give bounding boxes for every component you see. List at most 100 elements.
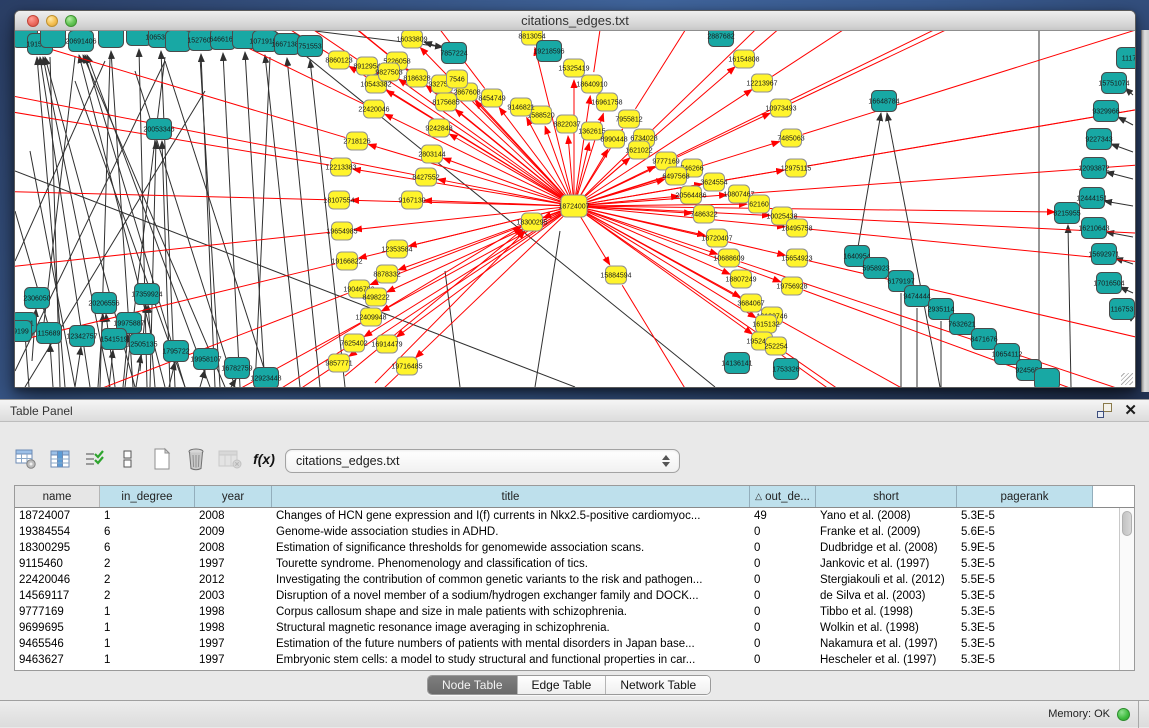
graph-node-label: 9242848 [425, 126, 452, 133]
citation-edge-red[interactable] [786, 353, 1135, 387]
graph-node-label: 1795722 [162, 349, 189, 356]
tab-edge-table[interactable]: Edge Table [518, 676, 607, 694]
cell-out_degree: 0 [750, 556, 816, 572]
scrollbar-thumb[interactable] [1122, 511, 1132, 536]
column-header-title[interactable]: title [272, 486, 750, 507]
header-filler [1093, 486, 1134, 507]
table-row[interactable]: 969969511998Structural magnetic resonanc… [15, 620, 1134, 636]
citation-edge-black[interactable] [75, 347, 81, 387]
row-height-icon[interactable] [116, 447, 140, 471]
network-canvas[interactable]: 1603380988130541532541918640910169617587… [15, 31, 1135, 387]
citation-edge-red[interactable] [15, 232, 330, 387]
citation-edge-red[interactable] [351, 200, 574, 206]
cell-name: 9115460 [15, 556, 100, 572]
graph-node-label: 5958923 [862, 266, 889, 273]
column-header-pagerank[interactable]: pagerank [957, 486, 1093, 507]
citation-edge-black[interactable] [50, 344, 53, 387]
tab-node-table[interactable]: Node Table [428, 676, 518, 694]
graph-node-label: 7485063 [777, 136, 804, 143]
graph-node-label: 17016504 [1093, 281, 1124, 288]
cell-year: 2008 [195, 540, 272, 556]
column-header-name[interactable]: name [15, 486, 100, 507]
graph-node-label: 8454749 [478, 96, 505, 103]
float-panel-icon[interactable] [1097, 403, 1112, 418]
graph-node-label: 1362615 [578, 129, 605, 136]
fx-label: f(x) [253, 451, 275, 467]
table-row[interactable]: 946362711997Embryonic stem cells: a mode… [15, 652, 1134, 668]
citation-edge-red[interactable] [792, 31, 1135, 103]
cell-pagerank: 5.3E-5 [957, 620, 1093, 636]
cell-title: Structural magnetic resonance image aver… [272, 620, 750, 636]
citation-edge-black[interactable] [445, 271, 460, 387]
window-titlebar[interactable]: citations_edges.txt [15, 11, 1135, 31]
graph-node-label: 12409948 [355, 315, 386, 322]
graph-node-teal[interactable] [1035, 369, 1060, 388]
graph-node-label: 16914479 [371, 342, 402, 349]
cell-year: 2008 [195, 508, 272, 524]
table-row[interactable]: 1456911722003Disruption of a novel membe… [15, 588, 1134, 604]
table-row[interactable]: 977716911998Corpus callosum shape and si… [15, 604, 1134, 620]
citation-edge-black[interactable] [245, 52, 265, 387]
citation-edge-black[interactable] [1106, 172, 1133, 179]
citation-edge-red[interactable] [15, 370, 329, 387]
table-scrollbar[interactable] [1119, 508, 1134, 670]
table-row[interactable]: 2242004622012Investigating the contribut… [15, 572, 1134, 588]
memory-ok-icon[interactable] [1117, 708, 1130, 721]
column-header-year[interactable]: year [195, 486, 272, 507]
citation-edge-black[interactable] [15, 61, 105, 261]
citation-edge-black[interactable] [1111, 144, 1133, 152]
citation-edge-black[interactable] [857, 113, 881, 253]
citation-edge-red[interactable] [574, 206, 781, 282]
column-header-out-degree[interactable]: △out_de... [750, 486, 816, 507]
table-row[interactable]: 946554611997Estimation of the future num… [15, 636, 1134, 652]
table-row[interactable]: 1938455462009Genome-wide association stu… [15, 524, 1134, 540]
graph-node-label: 18720407 [701, 236, 732, 243]
table-settings-icon[interactable] [14, 447, 38, 471]
citation-edge-black[interactable] [1118, 117, 1133, 125]
window-resize-grip[interactable] [1121, 373, 1133, 385]
graph-node-label: 8860123 [325, 58, 352, 65]
column-header-in-degree[interactable]: in_degree [100, 486, 195, 507]
citation-edge-red[interactable] [15, 31, 414, 175]
function-builder-icon[interactable]: f(x) [252, 447, 276, 471]
new-table-icon[interactable] [150, 447, 174, 471]
table-row[interactable]: 911546021997Tourette syndrome. Phenomeno… [15, 556, 1134, 572]
graph-node-teal[interactable] [41, 31, 66, 48]
citation-edge-black[interactable] [30, 151, 75, 387]
graph-node-label: 15654923 [781, 256, 812, 263]
citation-edge-red[interactable] [574, 96, 590, 206]
citation-edge-black[interactable] [1068, 225, 1071, 387]
cell-name: 18300295 [15, 540, 100, 556]
citation-edge-red[interactable] [772, 31, 1135, 76]
cell-short: Dudbridge et al. (2008) [816, 540, 957, 556]
citation-edge-red[interactable] [751, 85, 1135, 193]
graph-node-label: 15751074 [1098, 81, 1129, 88]
table-panel-title: Table Panel [0, 404, 73, 418]
table-row[interactable]: 1872400712008Changes of HCN gene express… [15, 508, 1134, 524]
citation-edge-black[interactable] [265, 55, 300, 387]
citation-edge-red[interactable] [594, 31, 811, 72]
citation-edge-red[interactable] [574, 206, 752, 334]
close-panel-icon[interactable]: ✕ [1124, 403, 1137, 418]
column-header-short[interactable]: short [816, 486, 957, 507]
cell-in_degree: 2 [100, 556, 195, 572]
select-rows-icon[interactable] [82, 447, 106, 471]
citation-edge-black[interactable] [1104, 201, 1133, 206]
citation-edge-black[interactable] [200, 370, 205, 387]
table-selector-dropdown[interactable]: citations_edges.txt [285, 449, 680, 473]
citation-edge-black[interactable] [535, 231, 560, 387]
citation-edge-red[interactable] [353, 169, 574, 206]
graph-node-label: 9167130 [398, 198, 425, 205]
cell-out_degree: 0 [750, 620, 816, 636]
citation-edge-red[interactable] [416, 206, 574, 358]
table-row[interactable]: 1830029562008Estimation of significance … [15, 540, 1134, 556]
citation-edge-red[interactable] [808, 31, 1135, 166]
citation-edge-black[interactable] [887, 113, 940, 387]
show-columns-icon[interactable] [48, 447, 72, 471]
cell-title: Changes of HCN gene expression and I(f) … [272, 508, 750, 524]
delete-table-icon[interactable] [184, 447, 208, 471]
graph-node-label: 1117 [1122, 56, 1135, 63]
graph-node-label: 2306050 [23, 296, 50, 303]
tab-network-table[interactable]: Network Table [606, 676, 710, 694]
graph-node-teal[interactable] [99, 31, 124, 48]
